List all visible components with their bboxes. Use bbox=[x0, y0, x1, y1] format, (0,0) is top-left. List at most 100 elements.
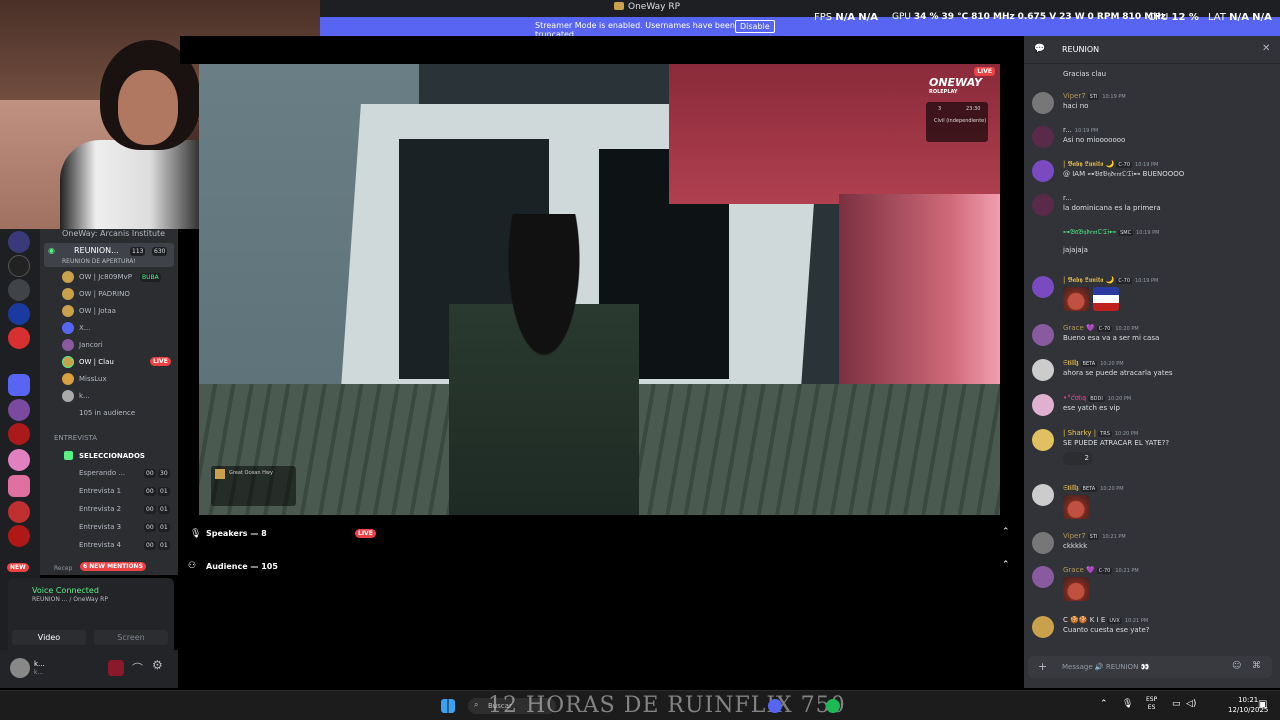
voice-channel[interactable]: Entrevista 1 00 01 bbox=[40, 483, 178, 499]
avatar bbox=[62, 288, 74, 300]
member-row[interactable]: OW | Clau LIVE bbox=[40, 354, 178, 370]
channel-count: 630 bbox=[152, 247, 168, 256]
emote-image bbox=[1063, 495, 1089, 519]
microphone-icon[interactable]: 🎙 bbox=[1122, 699, 1133, 709]
volume-icon[interactable]: ◁) bbox=[1186, 699, 1196, 709]
spotify-icon[interactable] bbox=[826, 699, 840, 713]
member-row[interactable]: MissLux bbox=[40, 371, 178, 387]
voice-channel[interactable]: Entrevista 3 00 01 bbox=[40, 519, 178, 535]
overlay-cpu: CPU 12 % bbox=[1148, 12, 1199, 23]
message-time: 10:19 PM bbox=[1074, 128, 1099, 134]
member-row[interactable]: Jancori bbox=[40, 337, 178, 353]
overlay-fps: FPS N/A N/A bbox=[814, 12, 879, 23]
disable-streamer-button[interactable]: Disable bbox=[735, 20, 775, 33]
server-icon[interactable] bbox=[8, 231, 30, 253]
message-time: 10:19 PM bbox=[1135, 162, 1159, 168]
server-icon[interactable] bbox=[8, 327, 30, 349]
overlay-latency: LAT N/A N/A bbox=[1208, 12, 1272, 23]
live-badge: LIVE bbox=[150, 357, 171, 366]
user-panel: k... k... ⌒ ⚙ bbox=[0, 650, 178, 688]
server-icon[interactable] bbox=[8, 423, 30, 445]
voice-status: Voice Connected bbox=[32, 586, 99, 595]
speakers-section[interactable]: 🎙 Speakers — 8 LIVE ⌃ bbox=[180, 524, 1024, 544]
stream-video[interactable]: LIVE ONEWAY ROLEPLAY 3 23:30 Civil (indep… bbox=[199, 64, 1000, 515]
channel-active[interactable]: ◉ REUNION... 113 630 REUNION DE APERTURA… bbox=[44, 243, 174, 267]
audience-label: Audience — 105 bbox=[206, 562, 278, 571]
speakers-label: Speakers — 8 bbox=[206, 529, 267, 538]
discord-icon[interactable] bbox=[768, 699, 782, 713]
voice-channel[interactable]: Esperando ... 00 30 bbox=[40, 465, 178, 481]
role-tag: UVX bbox=[1107, 618, 1122, 624]
role-tag: BETA bbox=[1080, 486, 1098, 492]
new-mentions-badge[interactable]: 6 NEW MENTIONS bbox=[80, 562, 146, 571]
mute-icon[interactable] bbox=[108, 660, 124, 676]
chevron-up-icon[interactable]: ⌃ bbox=[1002, 560, 1010, 570]
notification-icon[interactable]: ▣ bbox=[1258, 699, 1267, 710]
channel-seleccionados[interactable]: SELECCIONADOS bbox=[40, 448, 178, 464]
emoji-icon[interactable]: ☺ bbox=[1232, 661, 1241, 671]
member-row[interactable]: X... bbox=[40, 320, 178, 336]
audience-row[interactable]: 105 in audience bbox=[40, 405, 178, 421]
server-icon[interactable] bbox=[8, 475, 30, 497]
headphones-icon[interactable]: ⌒ bbox=[132, 660, 143, 676]
windows-start-icon[interactable] bbox=[441, 699, 455, 713]
emote-image bbox=[1063, 577, 1089, 601]
hud-id: 3 bbox=[938, 106, 942, 112]
chevron-up-icon[interactable]: ⌃ bbox=[1002, 527, 1010, 537]
avatar[interactable] bbox=[10, 658, 30, 678]
member-row[interactable]: OW | Jc809MvP BUBA bbox=[40, 269, 178, 285]
message-time: 10:20 PM bbox=[1114, 431, 1139, 437]
emote-image bbox=[1063, 287, 1089, 311]
hud-job: Civil (independiente) bbox=[934, 118, 987, 124]
people-icon: ⚇ bbox=[188, 561, 197, 571]
video-button[interactable]: Video bbox=[12, 630, 86, 645]
server-icon[interactable] bbox=[8, 399, 30, 421]
gamepad-icon[interactable]: ⌘ bbox=[1252, 661, 1261, 671]
stream-overlay-title: 12 HORAS DE RUINFLIX 750 bbox=[488, 693, 846, 718]
server-icon[interactable] bbox=[8, 501, 30, 523]
add-icon[interactable]: + bbox=[1038, 660, 1047, 673]
member-row[interactable]: OW | Jotaa bbox=[40, 303, 178, 319]
message-time: 10:21 PM bbox=[1102, 534, 1126, 540]
category-recepcion[interactable]: Recep bbox=[54, 565, 72, 572]
window-title: OneWay RP bbox=[614, 2, 680, 12]
voice-channel[interactable]: Entrevista 2 00 01 bbox=[40, 501, 178, 517]
avatar bbox=[62, 305, 74, 317]
channel-name: REUNION... bbox=[74, 246, 119, 255]
chat-input[interactable]: + Message 🔊 REUNION 👀 ☺ ⌘ bbox=[1028, 656, 1272, 678]
screen-share-button[interactable]: Screen bbox=[94, 630, 168, 645]
oneway-logo: ONEWAY ROLEPLAY bbox=[929, 76, 982, 95]
screen-button-label: Screen bbox=[117, 633, 145, 642]
reaction-chip[interactable]: 2 bbox=[1063, 452, 1093, 465]
server-icon[interactable] bbox=[8, 303, 30, 325]
game-location-hud: Great Ocean Hwy bbox=[211, 466, 296, 506]
server-name: OneWay: Arcanis Institute bbox=[62, 229, 166, 238]
role-tag: STI bbox=[1087, 534, 1100, 540]
message-time: 10:20 PM bbox=[1107, 396, 1132, 402]
category-entrevista[interactable]: ENTREVISTA bbox=[54, 434, 97, 442]
server-icon-oneway[interactable] bbox=[8, 255, 30, 277]
channel-viewers: 113 bbox=[130, 247, 146, 256]
member-row[interactable]: OW | PADRINO bbox=[40, 286, 178, 302]
chat-bubble-icon: 💬 bbox=[1034, 44, 1046, 54]
close-icon[interactable]: ✕ bbox=[1262, 43, 1270, 54]
voice-channel[interactable]: Entrevista 4 00 01 bbox=[40, 537, 178, 553]
language-indicator[interactable]: ESP ES bbox=[1146, 696, 1157, 712]
member-row[interactable]: k... bbox=[40, 388, 178, 404]
location-icon bbox=[215, 469, 225, 479]
audience-section[interactable]: ⚇ Audience — 105 ⌃ bbox=[180, 557, 1024, 577]
user-name: k... bbox=[34, 660, 45, 668]
chevron-up-icon[interactable]: ⌃ bbox=[1100, 699, 1108, 709]
server-icon[interactable] bbox=[8, 449, 30, 471]
webcam-face bbox=[118, 70, 178, 145]
server-icon[interactable] bbox=[8, 525, 30, 547]
video-button-label: Video bbox=[37, 633, 61, 642]
server-icon[interactable] bbox=[8, 374, 30, 396]
hud-location: Great Ocean Hwy bbox=[229, 470, 273, 476]
network-icon[interactable]: ▭ bbox=[1172, 699, 1181, 709]
message-time: 10:21 PM bbox=[1115, 568, 1139, 574]
role-tag: C-70 bbox=[1096, 568, 1113, 574]
message-time: 10:20 PM bbox=[1115, 326, 1139, 332]
gear-icon[interactable]: ⚙ bbox=[152, 658, 163, 672]
server-icon[interactable] bbox=[8, 279, 30, 301]
